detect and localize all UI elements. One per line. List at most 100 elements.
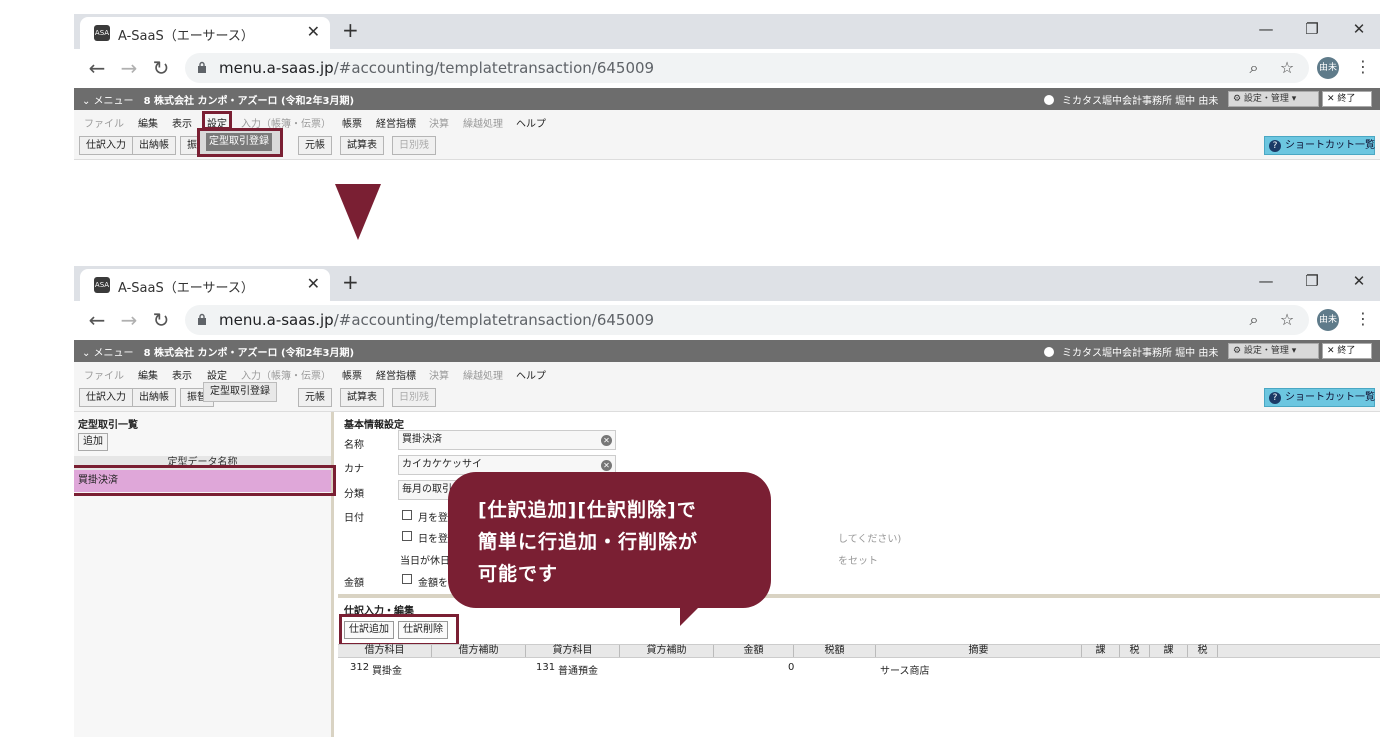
date-hint: してください) — [838, 534, 902, 545]
menu-input[interactable]: 入力（帳簿・伝票） — [241, 367, 331, 382]
daily-balance-button[interactable]: 日別残 — [392, 388, 436, 407]
menu-metrics[interactable]: 経営指標 — [376, 115, 416, 130]
forward-icon[interactable]: → — [118, 309, 140, 331]
reload-icon[interactable]: ↻ — [150, 309, 172, 331]
zoom-icon[interactable]: ⌕ — [1244, 58, 1264, 78]
menu-reports[interactable]: 帳票 — [342, 367, 362, 382]
shortcut-list-button[interactable]: ? ショートカット一覧 — [1264, 388, 1375, 407]
daily-balance-button[interactable]: 日別残 — [392, 136, 436, 155]
window-close-icon[interactable]: ✕ — [1349, 20, 1369, 38]
new-tab-icon[interactable]: + — [342, 19, 359, 41]
menu-settings[interactable]: 設定 — [207, 367, 227, 382]
office-user: ミカタス堀中会計事務所 堀中 由未 — [1044, 92, 1218, 107]
callout-line-3: 可能です — [478, 563, 559, 585]
logout-button[interactable]: ✕ 終了 — [1322, 91, 1372, 107]
address-bar[interactable]: menu.a-saas.jp/#accounting/templatetrans… — [185, 53, 1309, 83]
col-debit: 借方科目 — [338, 645, 432, 657]
tab-title: A-SaaS（エーサース） — [118, 281, 254, 296]
kebab-menu-icon[interactable]: ⋮ — [1355, 57, 1371, 77]
shortcut-label: ショートカット一覧 — [1285, 392, 1375, 403]
reload-icon[interactable]: ↻ — [150, 57, 172, 79]
lock-icon — [198, 313, 206, 325]
logout-button[interactable]: ✕ 終了 — [1322, 343, 1372, 359]
browser-tab[interactable]: ASA A-SaaS（エーサース） ✕ — [80, 17, 330, 49]
browser-tabstrip: ASA A-SaaS（エーサース） ✕ + — ❐ ✕ — [74, 14, 1380, 49]
cashbook-button[interactable]: 出納帳 — [132, 136, 176, 155]
menu-edit[interactable]: 編集 — [138, 367, 158, 382]
restore-icon[interactable]: ❐ — [1302, 272, 1322, 290]
restore-icon[interactable]: ❐ — [1302, 20, 1322, 38]
name-input[interactable]: 買掛決済 ✕ — [398, 430, 616, 450]
trial-balance-button[interactable]: 試算表 — [340, 388, 384, 407]
menu-carryover[interactable]: 繰越処理 — [463, 367, 503, 382]
add-template-button[interactable]: 追加 — [78, 433, 108, 451]
menu-view[interactable]: 表示 — [172, 367, 192, 382]
clear-icon[interactable]: ✕ — [601, 435, 612, 446]
journal-row[interactable]: 312 買掛金 131 普通預金 0 サース商店 — [338, 659, 1380, 677]
amount-option: 金額を — [418, 578, 448, 589]
menu-edit[interactable]: 編集 — [138, 115, 158, 130]
date-day-checkbox[interactable] — [402, 531, 412, 541]
menu-view[interactable]: 表示 — [172, 115, 192, 130]
settings-button[interactable]: ⚙ 設定・管理 ▾ — [1228, 343, 1319, 359]
back-icon[interactable]: ← — [86, 309, 108, 331]
app-header-left: ⌄ メニュー 8 株式会社 カンポ・アズーロ (令和2年3月期) — [82, 92, 354, 107]
menu-button[interactable]: ⌄ メニュー — [82, 96, 134, 107]
favicon-icon: ASA — [94, 25, 110, 41]
callout-line-1: [仕訳追加][仕訳削除]で — [478, 499, 697, 521]
clear-icon[interactable]: ✕ — [601, 460, 612, 471]
holiday-tail: をセット — [838, 556, 878, 567]
ledger-button[interactable]: 元帳 — [298, 388, 332, 407]
journal-entry-button[interactable]: 仕訳入力 — [79, 388, 133, 407]
address-bar[interactable]: menu.a-saas.jp/#accounting/templatetrans… — [185, 305, 1309, 335]
col-tax-class-2: 課 — [1150, 645, 1188, 657]
url-path: /#accounting/templatetransaction/645009 — [333, 59, 655, 77]
settings-button[interactable]: ⚙ 設定・管理 ▾ — [1228, 91, 1319, 107]
menu-closing[interactable]: 決算 — [429, 367, 449, 382]
window-close-icon[interactable]: ✕ — [1349, 272, 1369, 290]
forward-icon[interactable]: → — [118, 57, 140, 79]
menu-help[interactable]: ヘルプ — [516, 367, 546, 382]
menu-metrics[interactable]: 経営指標 — [376, 367, 416, 382]
col-credit: 貸方科目 — [526, 645, 620, 657]
browser-tab[interactable]: ASA A-SaaS（エーサース） ✕ — [80, 269, 330, 301]
star-icon[interactable]: ☆ — [1277, 310, 1297, 330]
tab-close-icon[interactable]: ✕ — [307, 275, 320, 293]
new-tab-icon[interactable]: + — [342, 271, 359, 293]
zoom-icon[interactable]: ⌕ — [1244, 310, 1264, 330]
menu-button[interactable]: ⌄ メニュー — [82, 348, 134, 359]
col-tax: 税額 — [794, 645, 876, 657]
menu-file[interactable]: ファイル — [84, 367, 124, 382]
journal-buttons-highlight-box — [339, 614, 459, 646]
class-value: 毎月の取引 — [402, 484, 452, 495]
menu-reports[interactable]: 帳票 — [342, 115, 362, 130]
col-amount: 金額 — [714, 645, 794, 657]
shortcut-list-button[interactable]: ? ショートカット一覧 — [1264, 136, 1375, 155]
menu-closing[interactable]: 決算 — [429, 115, 449, 130]
profile-avatar[interactable]: 由未 — [1317, 309, 1339, 331]
col-tax-class-1: 課 — [1082, 645, 1120, 657]
profile-avatar[interactable]: 由未 — [1317, 57, 1339, 79]
browser-toolbar: ← → ↻ menu.a-saas.jp/#accounting/templat… — [74, 301, 1380, 340]
trial-balance-button[interactable]: 試算表 — [340, 136, 384, 155]
cashbook-button[interactable]: 出納帳 — [132, 388, 176, 407]
journal-entry-button[interactable]: 仕訳入力 — [79, 136, 133, 155]
kebab-menu-icon[interactable]: ⋮ — [1355, 309, 1371, 329]
ledger-button[interactable]: 元帳 — [298, 136, 332, 155]
app-header: ⌄ メニュー 8 株式会社 カンポ・アズーロ (令和2年3月期) ミカタス堀中会計… — [74, 88, 1380, 110]
dropdown-template-registration[interactable]: 定型取引登録 — [203, 382, 277, 402]
back-icon[interactable]: ← — [86, 57, 108, 79]
minimize-icon[interactable]: — — [1256, 20, 1276, 38]
tab-close-icon[interactable]: ✕ — [307, 23, 320, 41]
menu-carryover[interactable]: 繰越処理 — [463, 115, 503, 130]
menu-file[interactable]: ファイル — [84, 115, 124, 130]
menu-help[interactable]: ヘルプ — [516, 115, 546, 130]
amount-checkbox[interactable] — [402, 574, 412, 584]
help-icon: ? — [1269, 392, 1281, 404]
date-month-checkbox[interactable] — [402, 510, 412, 520]
star-icon[interactable]: ☆ — [1277, 58, 1297, 78]
user-icon — [1044, 347, 1054, 357]
url-text: menu.a-saas.jp/#accounting/templatetrans… — [219, 311, 654, 329]
dropdown-template-registration[interactable]: 定型取引登録 — [197, 128, 283, 157]
minimize-icon[interactable]: — — [1256, 272, 1276, 290]
